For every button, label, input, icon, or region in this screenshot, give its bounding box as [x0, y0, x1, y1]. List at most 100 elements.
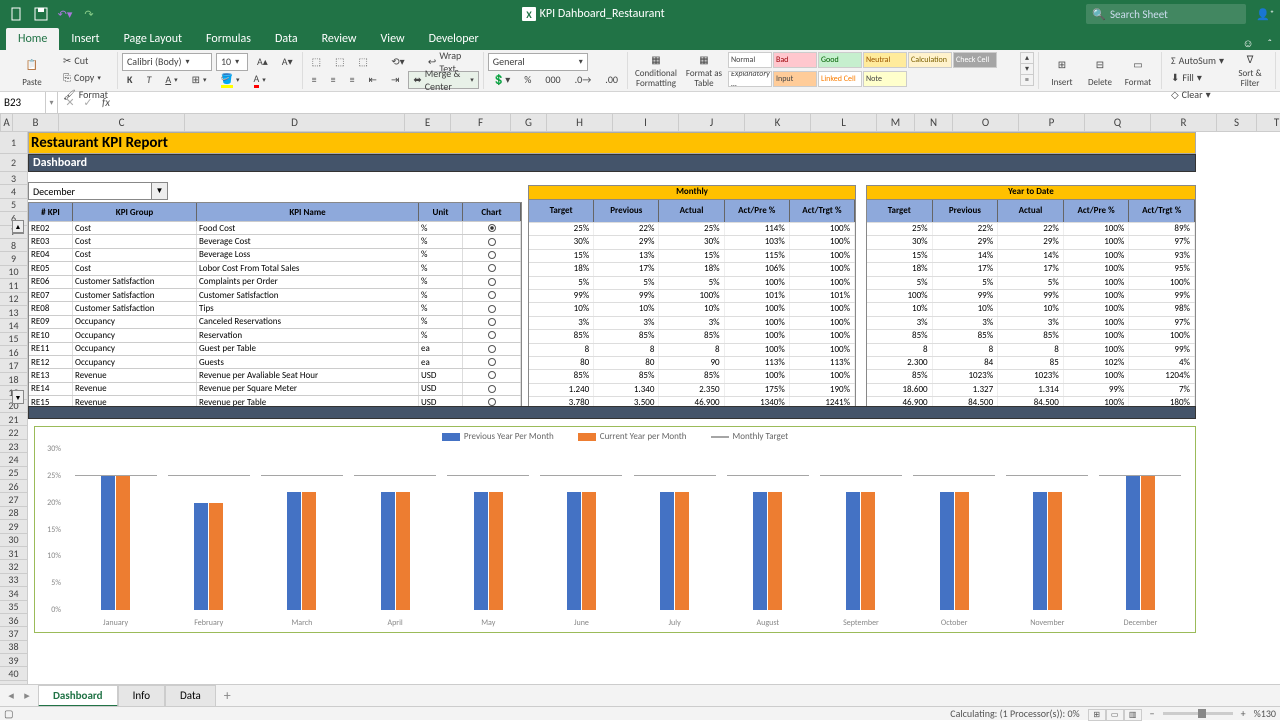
row-header-26[interactable]: 26	[0, 480, 27, 493]
row-header-18[interactable]: 18	[0, 373, 27, 386]
fx-icon[interactable]: fx	[98, 96, 114, 109]
chart-radio[interactable]	[488, 305, 496, 313]
orientation-button[interactable]: ⟲▾	[386, 53, 409, 71]
border-button[interactable]: ⊞▾	[187, 71, 212, 89]
row-header-5[interactable]: 5	[0, 199, 27, 212]
row-header-12[interactable]: 12	[0, 293, 27, 306]
kpi-row[interactable]: RE06Customer SatisfactionComplaints per …	[29, 275, 521, 288]
kpi-row[interactable]: RE03CostBeverage Cost%	[29, 234, 521, 247]
percent-button[interactable]: %	[519, 71, 536, 89]
data-row[interactable]: 10%10%10%100%98%	[867, 302, 1195, 315]
ribbon-collapse-icon[interactable]: ˆ	[1268, 37, 1272, 50]
cancel-formula-icon[interactable]: ✕	[62, 96, 78, 109]
enter-formula-icon[interactable]: ✓	[80, 96, 96, 109]
row-header-25[interactable]: 25	[0, 467, 27, 480]
kpi-spin-down[interactable]: ▼	[12, 390, 24, 404]
ribbon-tab-formulas[interactable]: Formulas	[194, 28, 263, 50]
col-header-J[interactable]: J	[679, 114, 745, 131]
chart-radio[interactable]	[488, 264, 496, 272]
row-header-27[interactable]: 27	[0, 493, 27, 506]
row-header-1[interactable]: 1	[0, 132, 27, 154]
kpi-row[interactable]: RE11OccupancyGuest per Tableea	[29, 342, 521, 355]
col-header-K[interactable]: K	[745, 114, 811, 131]
data-row[interactable]: 808090113%113%	[529, 356, 855, 369]
row-header-37[interactable]: 37	[0, 627, 27, 640]
inc-decimal-button[interactable]: .0→	[570, 71, 597, 89]
chart-radio[interactable]	[488, 251, 496, 259]
col-header-O[interactable]: O	[953, 114, 1019, 131]
chart-radio[interactable]	[488, 224, 496, 232]
row-header-22[interactable]: 22	[0, 426, 27, 439]
row-header-36[interactable]: 36	[0, 614, 27, 627]
row-header-14[interactable]: 14	[0, 319, 27, 332]
col-header-R[interactable]: R	[1151, 114, 1217, 131]
ribbon-tab-insert[interactable]: Insert	[59, 28, 111, 50]
ribbon-tab-developer[interactable]: Developer	[417, 28, 491, 50]
align-bottom-button[interactable]: ⬚	[354, 53, 373, 71]
format-as-table-button[interactable]: ▦Format as Table	[680, 52, 728, 89]
data-row[interactable]: 30%29%30%103%100%	[529, 235, 855, 248]
col-header-N[interactable]: N	[915, 114, 953, 131]
cell-styles-gallery[interactable]: NormalBadGoodNeutralCalculationCheck Cel…	[728, 52, 1018, 89]
copy-button[interactable]: ⎘Copy▾	[58, 69, 113, 86]
bold-button[interactable]: K	[122, 71, 137, 89]
row-header-32[interactable]: 32	[0, 560, 27, 573]
row-header-23[interactable]: 23	[0, 440, 27, 453]
chart-radio[interactable]	[488, 291, 496, 299]
row-header-29[interactable]: 29	[0, 520, 27, 533]
style-bad[interactable]: Bad	[773, 52, 817, 68]
kpi-row[interactable]: RE02CostFood Cost%	[29, 221, 521, 234]
save-icon[interactable]	[30, 3, 52, 25]
fill-color-button[interactable]: 🪣▾	[216, 71, 245, 89]
sheet-tab-info[interactable]: Info	[118, 685, 165, 707]
data-row[interactable]: 18%17%17%100%95%	[867, 262, 1195, 275]
data-row[interactable]: 15%14%14%100%93%	[867, 249, 1195, 262]
col-header-L[interactable]: L	[811, 114, 877, 131]
data-row[interactable]: 3%3%3%100%97%	[867, 316, 1195, 329]
style-note[interactable]: Note	[863, 71, 907, 87]
row-header-13[interactable]: 13	[0, 306, 27, 319]
number-format-select[interactable]: General▾	[488, 53, 588, 71]
data-row[interactable]: 888100%100%	[529, 343, 855, 356]
indent-right-button[interactable]: ⇥	[386, 71, 404, 89]
row-header-21[interactable]: 21	[0, 413, 27, 426]
row-header-17[interactable]: 17	[0, 359, 27, 372]
dropdown-icon[interactable]: ▼	[151, 183, 167, 199]
ribbon-tab-view[interactable]: View	[369, 28, 417, 50]
chart-radio[interactable]	[488, 318, 496, 326]
ribbon-tab-page-layout[interactable]: Page Layout	[112, 28, 194, 50]
zoom-in-button[interactable]: +	[1241, 707, 1246, 720]
styles-scroll[interactable]: ▴▾≡	[1020, 52, 1034, 86]
col-header-T[interactable]: T	[1257, 114, 1280, 131]
data-row[interactable]: 85%1023%1023%100%1204%	[867, 369, 1195, 382]
data-row[interactable]: 30%29%29%100%97%	[867, 235, 1195, 248]
col-header-P[interactable]: P	[1019, 114, 1085, 131]
data-row[interactable]: 100%99%99%100%99%	[867, 289, 1195, 302]
data-row[interactable]: 5%5%5%100%100%	[529, 276, 855, 289]
row-header-30[interactable]: 30	[0, 534, 27, 547]
row-header-10[interactable]: 10	[0, 266, 27, 279]
insert-button[interactable]: ⊞Insert	[1043, 52, 1081, 89]
cells-area[interactable]: Restaurant KPI Report Dashboard December…	[28, 132, 1280, 690]
data-row[interactable]: 18.6001.3271.31499%7%	[867, 383, 1195, 396]
col-header-B[interactable]: B	[13, 114, 59, 131]
zoom-slider[interactable]	[1163, 712, 1233, 715]
kpi-row[interactable]: RE13RevenueRevenue per Avaliable Seat Ho…	[29, 368, 521, 381]
row-header-8[interactable]: 8	[0, 239, 27, 252]
file-icon[interactable]	[6, 3, 28, 25]
data-row[interactable]: 25%22%22%100%89%	[867, 222, 1195, 235]
row-header-16[interactable]: 16	[0, 346, 27, 359]
view-buttons[interactable]: ⊞▭▥	[1088, 707, 1142, 721]
increase-font-button[interactable]: A▴	[252, 53, 273, 71]
fill-button[interactable]: ⬇ Fill ▾	[1166, 69, 1229, 86]
row-header-39[interactable]: 39	[0, 654, 27, 667]
col-header-E[interactable]: E	[405, 114, 451, 131]
style-neutral[interactable]: Neutral	[863, 52, 907, 68]
align-top-button[interactable]: ⬚	[307, 53, 326, 71]
row-header-40[interactable]: 40	[0, 667, 27, 680]
currency-button[interactable]: 💲▾	[488, 71, 515, 89]
col-header-Q[interactable]: Q	[1085, 114, 1151, 131]
conditional-formatting-button[interactable]: ▦Conditional Formatting	[632, 52, 680, 89]
align-right-button[interactable]: ≡	[345, 71, 360, 89]
data-row[interactable]: 25%22%25%114%100%	[529, 222, 855, 235]
